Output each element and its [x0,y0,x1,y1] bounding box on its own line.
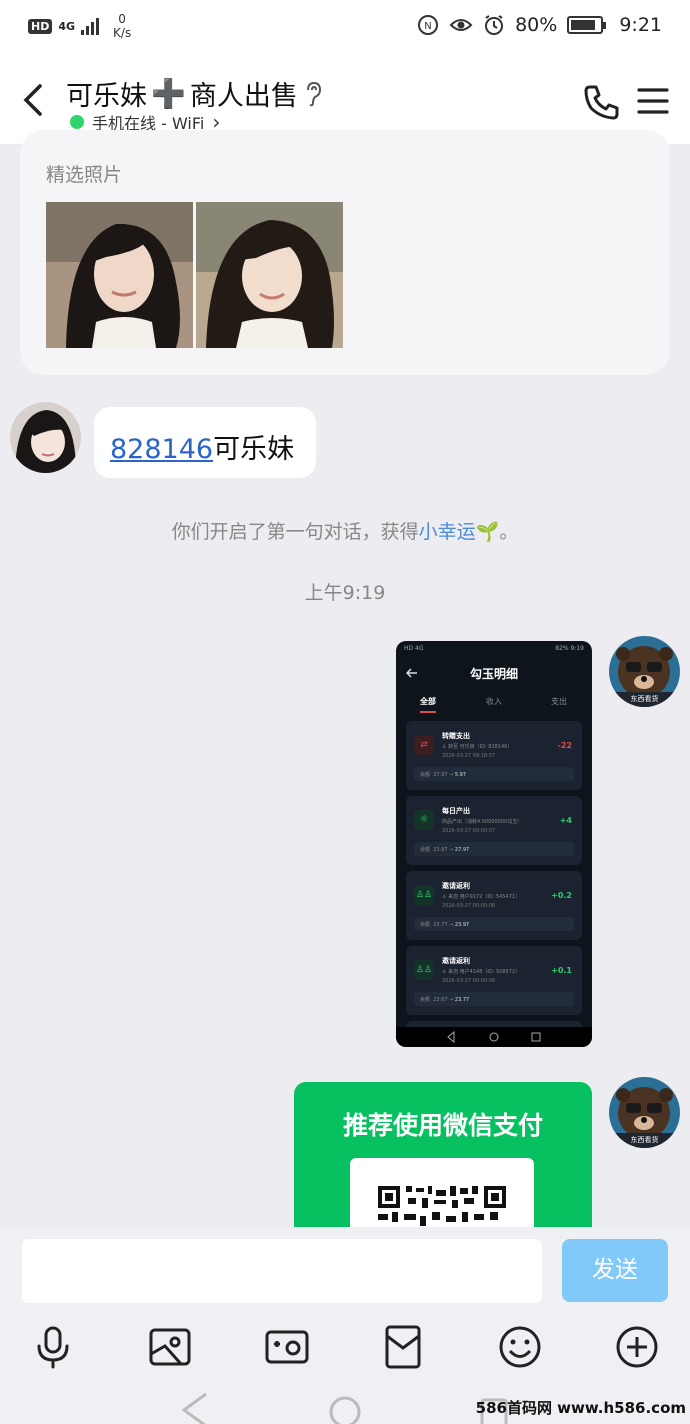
screenshot-image-message[interactable]: HD 4G 82% 9:19 勾玉明细 全部 收入 支出 ⇄ 转赠支出 ♙ 转至… [396,641,592,1047]
wechat-pay-title: 推荐使用微信支付 [342,1111,543,1140]
featured-photo[interactable] [196,202,343,348]
mini-record: ⇄ 转赠支出 ♙ 转至 可乐妹（ID: 828146） 2026-03-27 0… [406,721,582,790]
earpiece-icon [306,81,321,106]
profile-card: 精选照片 [20,130,670,375]
mini-tab-expense: 支出 [551,697,567,706]
chat-title-name: 可乐妹 [66,81,147,112]
friend-message-bubble[interactable]: 828146可乐妹 [94,407,316,478]
hd-icon: HD [28,18,53,34]
online-dot-icon [70,115,84,129]
plus-circle-icon[interactable] [612,1322,662,1372]
wechat-pay-card[interactable]: 推荐使用微信支付 [294,1082,592,1238]
sun-icon: ☼ [414,810,434,830]
mini-tab-income: 收入 [486,697,502,706]
back-arrow-icon[interactable] [16,80,56,120]
input-bar: 发送 586首码网 www.h586.com [0,1227,690,1424]
nav-back-icon[interactable] [176,1390,216,1424]
image-icon[interactable] [145,1322,195,1372]
svg-text:N: N [424,21,431,32]
phone-call-icon[interactable] [582,82,622,122]
avatar-caption: 东西看货 [630,1136,659,1144]
alarm-icon [485,15,504,35]
eye-icon [449,19,473,31]
friend-message-text: 可乐妹 [213,434,295,465]
my-avatar[interactable]: 东西看货 [609,636,680,707]
transfer-icon: ⇄ [414,735,434,755]
payment-qr-code[interactable] [350,1158,534,1238]
microphone-icon[interactable] [28,1322,78,1372]
nav-home-icon[interactable] [325,1390,365,1424]
send-button[interactable]: 发送 [562,1239,668,1302]
mini-tab-indicator [420,711,436,713]
mini-record: ♙♙ 邀请返利 ♙ 来自 用户9172（ID: 545471） 2026-03-… [406,871,582,940]
sprout-emoji: 🌱 [475,521,500,543]
users-icon: ♙♙ [414,885,434,905]
friend-avatar[interactable] [10,402,81,473]
emoji-icon[interactable] [495,1322,545,1372]
network-speed: 0 K/s [113,12,132,40]
featured-photo[interactable] [46,202,193,348]
featured-photos-label: 精选照片 [46,164,123,186]
mini-status-left: HD 4G [404,645,424,652]
clock: 9:21 [619,14,662,36]
watermark: 586首码网 www.h586.com [475,1399,686,1417]
system-notice: 你们开启了第一句对话，获得小幸运🌱。 [171,521,519,543]
chat-title[interactable]: 可乐妹 ➕ 商人出售 [66,74,324,113]
status-bar: HD 4G 0 K/s N 80% 9:21 [0,0,690,54]
signal-icon [81,17,100,35]
users-icon: ♙♙ [414,960,434,980]
network-type: 4G [58,19,76,33]
mini-record: ♙♙ 邀请返利 ♙ 来自 用户4148（ID: 508672） 2026-03-… [406,946,582,1015]
lucky-link[interactable]: 小幸运 [419,521,476,543]
red-packet-icon[interactable] [378,1322,428,1372]
mini-status-right: 82% 9:19 [555,645,584,652]
chat-title-suffix: 商人出售 [189,81,298,112]
plus-emoji: ➕ [151,77,186,110]
menu-icon[interactable] [636,84,670,118]
camera-icon[interactable] [262,1322,312,1372]
mini-record: ☼ 每日产出 商品产出（消耗4.00000000勾玉） 2026-03-27 0… [406,796,582,865]
avatar-caption: 东西看货 [630,695,659,703]
friend-id-link[interactable]: 828146 [110,434,213,465]
mini-title: 勾玉明细 [469,667,518,681]
battery-percent: 80% [515,14,558,36]
my-avatar[interactable]: 东西看货 [609,1077,680,1148]
message-timestamp: 上午9:19 [304,582,386,604]
mini-tab-all: 全部 [420,697,436,706]
nfc-icon: N [418,15,439,35]
message-input[interactable] [22,1239,542,1303]
mini-nav-bar [396,1027,592,1047]
battery-icon [567,16,607,34]
